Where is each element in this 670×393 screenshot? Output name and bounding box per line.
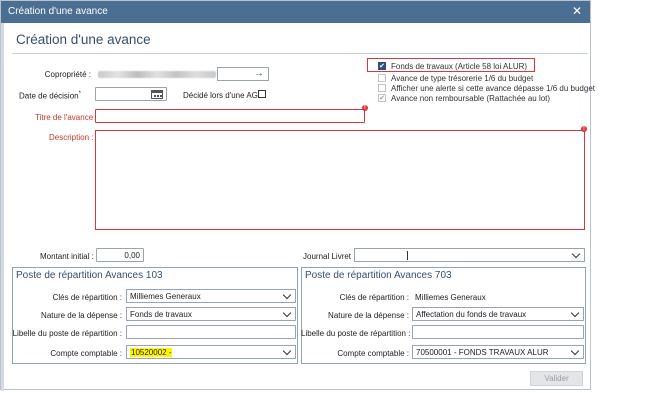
left-compte-label: Compte comptable : (50, 349, 122, 358)
left-edge (1, 23, 4, 391)
montant-input[interactable]: 0,00 (96, 248, 144, 262)
left-nature-value: Fonds de travaux (130, 310, 192, 319)
right-compte-label: Compte comptable : (337, 349, 409, 358)
date-required-mark: * (78, 91, 81, 97)
journal-label: Journal Livret : (303, 252, 356, 261)
journal-select[interactable] (354, 248, 585, 262)
option-tresorerie-checkbox[interactable] (378, 74, 386, 82)
description-textarea[interactable] (95, 130, 585, 230)
close-icon[interactable]: ✕ (570, 4, 584, 18)
check-icon: ✔ (379, 95, 385, 102)
titre-required-alert-icon: ! (362, 105, 368, 111)
left-compte-select[interactable]: 10520002 - (126, 345, 296, 359)
right-libelle-input[interactable] (412, 325, 584, 339)
chevron-down-icon (571, 309, 580, 318)
montant-label: Montant initial : (40, 252, 94, 261)
page-title: Création d'une avance (16, 32, 151, 47)
left-cles-select[interactable]: Milliemes Generaux (126, 289, 296, 303)
titre-label: Titre de l'avance : (35, 113, 98, 122)
dialog-window: Création d'une avance ✕ Création d'une a… (0, 0, 595, 391)
description-label: Description : (49, 133, 94, 142)
right-compte-select[interactable]: 70500001 - FONDS TRAVAUX ALUR (412, 345, 584, 359)
right-nature-select[interactable]: Affectation du fonds de travaux (412, 307, 584, 321)
date-field[interactable] (95, 87, 167, 101)
window-title: Création d'une avance (8, 6, 108, 17)
left-libelle-label: Libelle du poste de répartition : (12, 329, 122, 338)
copropriete-redacted-value (98, 71, 216, 78)
header-divider (12, 53, 588, 54)
option-non-remboursable-label: Avance non remboursable (Rattachée au lo… (391, 94, 551, 103)
chevron-down-icon (283, 347, 292, 356)
group-103-title: Poste de répartition Avances 103 (16, 270, 163, 281)
text-cursor (407, 251, 408, 260)
title-bar: Création d'une avance ✕ (1, 1, 590, 23)
left-cles-label: Clés de répartition : (52, 293, 122, 302)
copropriete-select-button[interactable]: → (217, 67, 269, 81)
option-alerte-checkbox[interactable] (378, 84, 386, 92)
right-nature-label: Nature de la dépense : (328, 311, 409, 320)
right-compte-value: 70500001 - FONDS TRAVAUX ALUR (416, 348, 549, 357)
chevron-down-icon (572, 250, 581, 259)
arrow-right-icon: → (254, 68, 264, 79)
left-libelle-input[interactable] (126, 325, 296, 339)
valider-button[interactable]: Valider (530, 371, 583, 386)
ag-checkbox[interactable] (258, 90, 266, 98)
chevron-down-icon (283, 291, 292, 300)
date-label: Date de décision* (19, 91, 81, 101)
right-libelle-label: Libelle du poste de répartition : (301, 329, 411, 338)
description-required-alert-icon: ! (581, 126, 587, 132)
left-nature-label: Nature de la dépense : (41, 311, 122, 320)
right-cles-label: Clés de répartition : (339, 293, 409, 302)
option-non-remboursable-checkbox[interactable]: ✔ (378, 94, 386, 102)
titre-input[interactable] (95, 109, 365, 123)
ag-label: Décidé lors d'une AG (183, 91, 258, 100)
left-compte-value: 10520002 - (130, 348, 173, 357)
check-icon: ✔ (379, 63, 385, 70)
option-fonds-travaux-checkbox[interactable]: ✔ (378, 62, 386, 70)
right-cles-value: Milliemes Generaux (415, 293, 486, 302)
right-nature-value: Affectation du fonds de travaux (416, 310, 527, 319)
date-label-text: Date de décision (19, 91, 79, 101)
left-cles-value: Milliemes Generaux (130, 292, 201, 301)
left-nature-select[interactable]: Fonds de travaux (126, 307, 296, 321)
option-alerte-label: Afficher une alerte si cette avance dépa… (391, 84, 595, 93)
option-tresorerie-label: Avance de type trésorerie 1/6 du budget (391, 74, 534, 83)
group-703-title: Poste de répartition Avances 703 (305, 270, 452, 281)
option-fonds-travaux-label: Fonds de travaux (Article 58 loi ALUR) (391, 62, 528, 71)
copropriete-field[interactable] (94, 67, 218, 81)
chevron-down-icon (283, 309, 292, 318)
copropriete-label: Copropriété : (44, 70, 91, 79)
chevron-down-icon (571, 347, 580, 356)
calendar-icon[interactable] (151, 90, 163, 99)
